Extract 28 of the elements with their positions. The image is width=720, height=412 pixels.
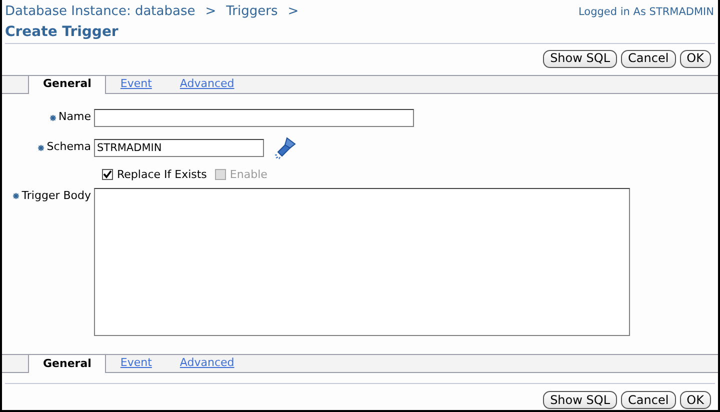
action-button[interactable]: OK	[680, 50, 711, 68]
breadcrumb-link[interactable]: Database Instance: database	[5, 2, 196, 22]
field-label: Trigger Body	[22, 188, 91, 204]
breadcrumb-separator: >	[205, 3, 216, 21]
breadcrumb-link[interactable]: Triggers	[226, 2, 278, 22]
checkbox-label: Enable	[230, 166, 268, 182]
name-input[interactable]	[94, 108, 414, 126]
logged-in-text: Logged in As STRMADMIN	[578, 5, 714, 20]
checkbox[interactable]	[102, 169, 113, 180]
tab[interactable]: Event	[106, 76, 166, 92]
checkbox-label: Replace If Exists	[117, 166, 207, 182]
action-button[interactable]: Show SQL	[543, 391, 618, 409]
tab[interactable]: Event	[106, 355, 166, 372]
flashlight-icon[interactable]	[273, 136, 297, 160]
tab[interactable]: Advanced	[166, 355, 248, 372]
field-label: Schema	[46, 139, 91, 156]
tab[interactable]: Advanced	[166, 76, 248, 92]
action-button[interactable]: Cancel	[621, 391, 676, 409]
field-label: Name	[58, 109, 91, 126]
tab[interactable]: General	[28, 355, 106, 373]
action-button[interactable]: Cancel	[621, 50, 676, 68]
breadcrumb-separator: >	[288, 3, 299, 21]
action-button[interactable]: OK	[680, 391, 711, 409]
trigger-body-input[interactable]	[94, 188, 630, 336]
action-button[interactable]: Show SQL	[543, 50, 618, 68]
schema-input[interactable]: STRMADMIN	[94, 138, 264, 156]
page-title: Create Trigger	[4, 22, 120, 42]
tab[interactable]: General	[28, 76, 106, 94]
